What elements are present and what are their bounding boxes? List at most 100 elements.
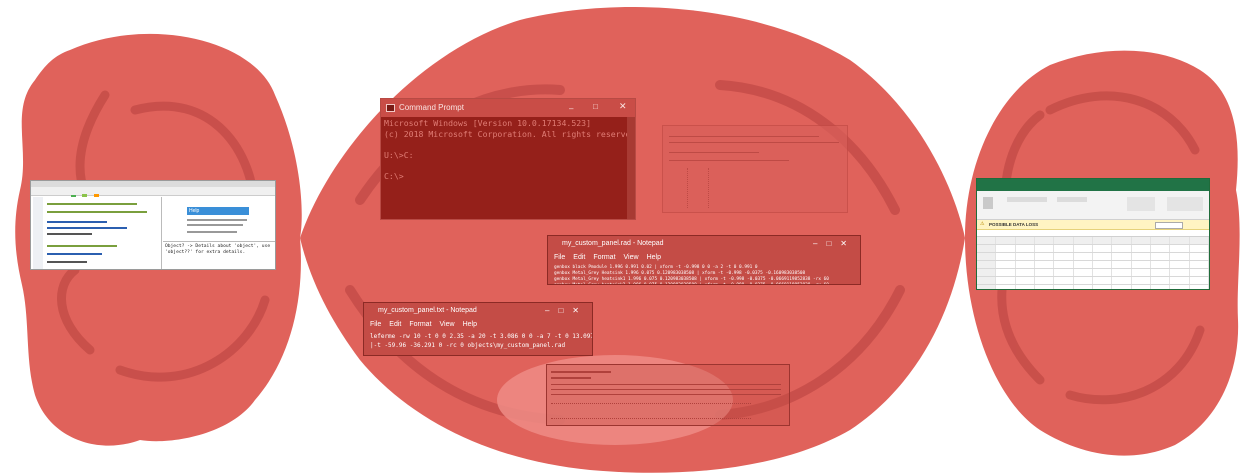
- sheet-cell[interactable]: [1054, 277, 1074, 284]
- sheet-cell[interactable]: [1016, 245, 1035, 252]
- sheet-cell[interactable]: [1170, 245, 1190, 252]
- sheet-cell[interactable]: [996, 285, 1016, 289]
- sheet-cell[interactable]: [1112, 261, 1132, 268]
- sheet-cell[interactable]: [1190, 253, 1209, 260]
- sheet-cell[interactable]: [977, 253, 997, 260]
- sheet-cell[interactable]: [1170, 285, 1190, 289]
- menu-item-format[interactable]: Format: [409, 321, 431, 328]
- sheet-cell[interactable]: [1170, 253, 1190, 260]
- sheet-cell[interactable]: [977, 269, 997, 276]
- sheet-cell[interactable]: [1093, 245, 1113, 252]
- sheet-cell[interactable]: [1035, 245, 1055, 252]
- sheet-cell[interactable]: [996, 245, 1016, 252]
- paste-icon[interactable]: [983, 197, 993, 209]
- sheet-cell[interactable]: [1131, 237, 1151, 244]
- sheet-cell[interactable]: [1035, 269, 1055, 276]
- sheet-cell[interactable]: [1132, 261, 1151, 268]
- sheet-cell[interactable]: [1054, 261, 1074, 268]
- sheet-cell[interactable]: [977, 237, 997, 244]
- sheet-cell[interactable]: [1151, 269, 1171, 276]
- sheet-cell[interactable]: [1035, 285, 1055, 289]
- excel-formula-bar[interactable]: [977, 230, 1209, 237]
- menu-item-view[interactable]: View: [440, 321, 455, 328]
- sheet-cell[interactable]: [1074, 285, 1093, 289]
- menu-item-help[interactable]: Help: [463, 321, 477, 328]
- sheet-cell[interactable]: [1074, 261, 1093, 268]
- sheet-cell[interactable]: [1190, 277, 1209, 284]
- styles-group-icon[interactable]: [1127, 197, 1155, 211]
- sheet-cell[interactable]: [1190, 269, 1209, 276]
- sheet-cell[interactable]: [1112, 277, 1132, 284]
- cmd-scrollbar[interactable]: [627, 117, 635, 219]
- sheet-cell[interactable]: [1189, 237, 1209, 244]
- sheet-cell[interactable]: [1132, 253, 1151, 260]
- sheet-cell[interactable]: [1035, 253, 1055, 260]
- sheet-cell[interactable]: [1016, 253, 1035, 260]
- menu-item-file[interactable]: File: [554, 254, 565, 261]
- sheet-cell[interactable]: [1074, 253, 1093, 260]
- sheet-cell[interactable]: [1112, 269, 1132, 276]
- sheet-cell[interactable]: [1054, 285, 1074, 289]
- sheet-cell[interactable]: [1093, 277, 1113, 284]
- sheet-cell[interactable]: [977, 261, 997, 268]
- window-controls-icon[interactable]: ‒□✕: [813, 236, 856, 252]
- close-icon[interactable]: ✕: [619, 101, 627, 112]
- sheet-cell[interactable]: [1132, 245, 1151, 252]
- sheet-cell[interactable]: [1190, 245, 1209, 252]
- sheet-cell[interactable]: [1093, 253, 1113, 260]
- menu-item-format[interactable]: Format: [593, 254, 615, 261]
- window-controls-icon[interactable]: ‒□✕: [545, 303, 588, 319]
- sheet-cell[interactable]: [1016, 269, 1035, 276]
- sheet-cell[interactable]: [1074, 277, 1093, 284]
- sheet-cell[interactable]: [1093, 269, 1113, 276]
- sheet-cell[interactable]: [996, 269, 1016, 276]
- cells-group-icon[interactable]: [1167, 197, 1203, 211]
- sheet-cell[interactable]: [1035, 261, 1055, 268]
- sheet-cell[interactable]: [996, 261, 1016, 268]
- sheet-cell[interactable]: [1015, 237, 1035, 244]
- sheet-cell[interactable]: [1016, 285, 1035, 289]
- sheet-cell[interactable]: [1112, 245, 1132, 252]
- dont-show-again-button[interactable]: [1155, 222, 1183, 229]
- sheet-cell[interactable]: [1170, 269, 1190, 276]
- menu-item-help[interactable]: Help: [647, 254, 661, 261]
- sheet-cell[interactable]: [1170, 237, 1190, 244]
- sheet-cell[interactable]: [1150, 237, 1171, 244]
- alignment-group-icon[interactable]: [1057, 197, 1087, 202]
- sheet-cell[interactable]: [996, 237, 1016, 244]
- maximize-icon[interactable]: □: [593, 102, 598, 111]
- font-group-icon[interactable]: [1007, 197, 1047, 202]
- minimize-icon[interactable]: ‒: [569, 104, 573, 113]
- sheet-cell[interactable]: [1054, 269, 1074, 276]
- sheet-cell[interactable]: [1112, 237, 1132, 244]
- excel-grid[interactable]: [977, 237, 1209, 289]
- sheet-cell[interactable]: [1016, 277, 1035, 284]
- sheet-cell[interactable]: [1151, 245, 1171, 252]
- sheet-cell[interactable]: [1112, 253, 1132, 260]
- menu-item-file[interactable]: File: [370, 321, 381, 328]
- sheet-cell[interactable]: [1112, 285, 1132, 289]
- sheet-cell[interactable]: [977, 285, 997, 289]
- sheet-cell[interactable]: [1170, 261, 1190, 268]
- sheet-cell[interactable]: [1190, 261, 1209, 268]
- sheet-cell[interactable]: [996, 277, 1016, 284]
- sheet-cell[interactable]: [1093, 261, 1113, 268]
- sheet-cell[interactable]: [1035, 277, 1055, 284]
- sheet-cell[interactable]: [1054, 237, 1074, 244]
- sheet-cell[interactable]: [1132, 285, 1151, 289]
- sheet-cell[interactable]: [996, 253, 1016, 260]
- sheet-cell[interactable]: [1093, 285, 1113, 289]
- sheet-cell[interactable]: [1073, 237, 1093, 244]
- sheet-cell[interactable]: [1151, 261, 1171, 268]
- sheet-cell[interactable]: [1151, 253, 1171, 260]
- sheet-cell[interactable]: [1016, 261, 1035, 268]
- sheet-cell[interactable]: [1132, 277, 1151, 284]
- sheet-cell[interactable]: [1170, 277, 1190, 284]
- sheet-cell[interactable]: [1034, 237, 1055, 244]
- sheet-cell[interactable]: [1054, 245, 1074, 252]
- sheet-cell[interactable]: [1190, 285, 1209, 289]
- sheet-cell[interactable]: [1151, 285, 1171, 289]
- sheet-cell[interactable]: [1074, 245, 1093, 252]
- sheet-cell[interactable]: [1054, 253, 1074, 260]
- sheet-cell[interactable]: [977, 245, 997, 252]
